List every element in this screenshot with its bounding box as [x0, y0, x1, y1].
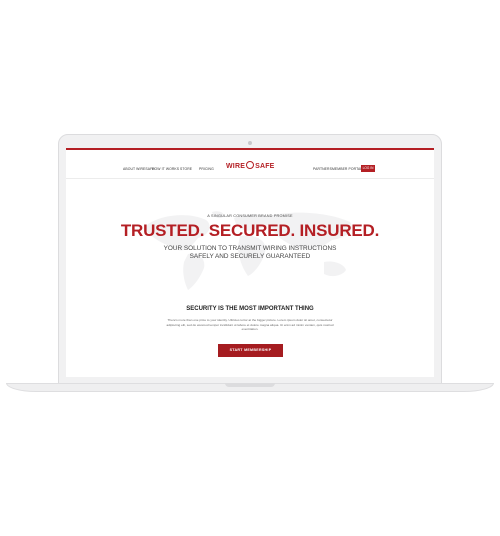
browser-screen: ABOUT WIRESAFE HOW IT WORKS STORE PRICIN…	[66, 148, 434, 377]
hero-title: TRUSTED. SECURED. INSURED.	[120, 221, 380, 240]
main-navigation: ABOUT WIRESAFE HOW IT WORKS STORE PRICIN…	[66, 150, 434, 179]
hero-subtitle-line-1: YOUR SOLUTION TO TRANSMIT WIRING INSTRUC…	[163, 245, 337, 252]
section-title: SECURITY IS THE MOST IMPORTANT THING	[186, 306, 314, 312]
laptop-notch	[225, 383, 275, 387]
hero-subtitle-line-2: SAFELY AND SECURELY GUARANTEED	[189, 253, 311, 260]
login-button[interactable]: LOG IN	[361, 165, 375, 172]
nav-pricing[interactable]: PRICING	[199, 167, 214, 171]
nav-partners[interactable]: PARTNERS	[313, 167, 332, 171]
brand-logo[interactable]: WIRE SAFE	[226, 161, 276, 172]
start-membership-button[interactable]: START MEMBERSHIP	[218, 344, 283, 357]
logo-text-left: WIRE	[226, 162, 246, 170]
hero-eyebrow: A SINGULAR CONSUMER BRAND PROMISE	[207, 214, 293, 218]
shield-icon	[246, 161, 255, 169]
nav-store[interactable]: STORE	[180, 167, 192, 171]
nav-member-portal[interactable]: MEMBER PORTAL	[332, 167, 362, 171]
hero-subtitle: YOUR SOLUTION TO TRANSMIT WIRING INSTRUC…	[66, 245, 434, 261]
nav-about[interactable]: ABOUT WIRESAFE	[123, 167, 155, 171]
logo-text-right: SAFE	[255, 162, 275, 170]
webcam-icon	[248, 141, 252, 145]
section-body: There's more than one price to your iden…	[166, 318, 334, 332]
nav-how-it-works[interactable]: HOW IT WORKS	[152, 167, 179, 171]
